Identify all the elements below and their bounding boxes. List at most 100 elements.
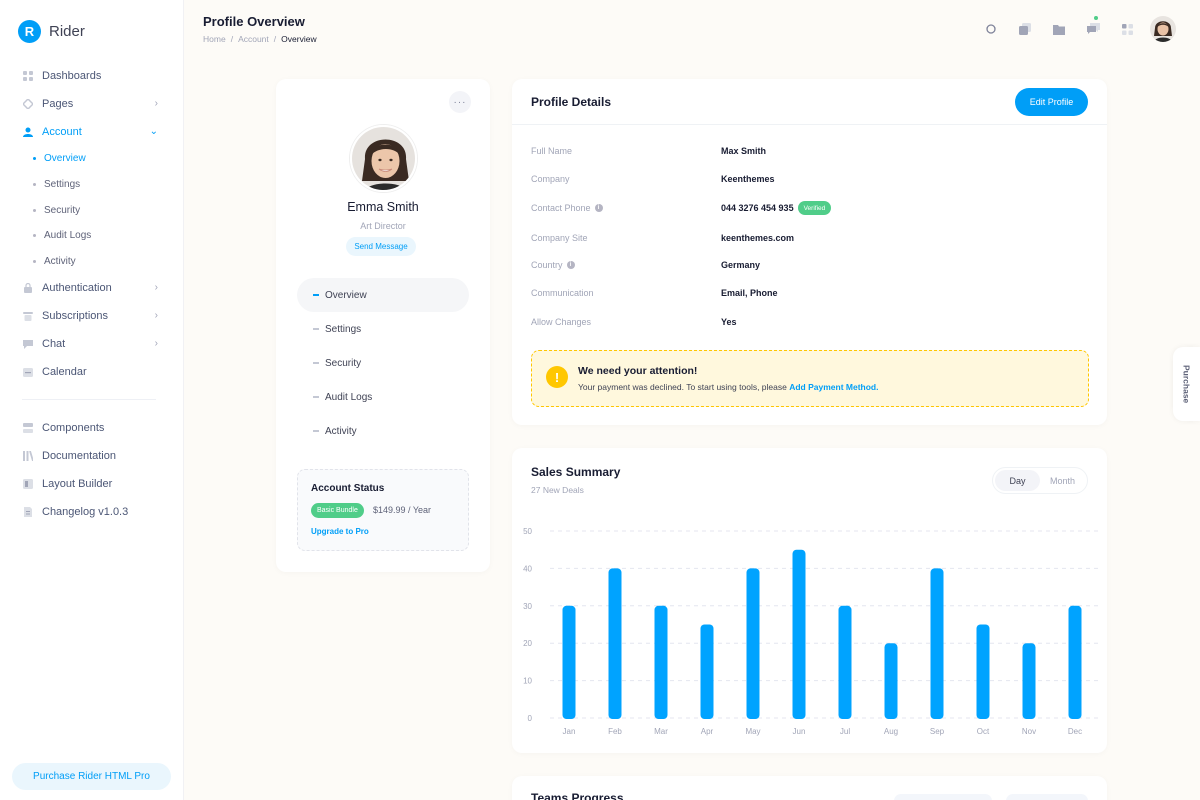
sidebar-subitem-security[interactable]: Security: [0, 197, 184, 223]
bar-nov[interactable]: [1022, 643, 1036, 719]
bar-may[interactable]: [746, 568, 760, 719]
bar-dec[interactable]: [1068, 605, 1082, 719]
sidebar-item-label: Authentication: [42, 282, 112, 295]
detail-label: Company Site: [531, 233, 588, 243]
profile-nav-settings[interactable]: Settings: [297, 312, 469, 346]
info-icon[interactable]: i: [566, 261, 575, 269]
copy-icon: [1019, 23, 1031, 35]
y-tick-label: 30: [523, 602, 532, 611]
chat-button[interactable]: [1082, 16, 1104, 40]
x-tick-label: Nov: [1022, 727, 1036, 736]
send-message-button[interactable]: Send Message: [346, 237, 416, 256]
sidebar-subitem-label: Overview: [44, 153, 86, 165]
header-toolbar: [980, 16, 1176, 42]
profile-name: Emma Smith: [347, 200, 419, 214]
detail-label: Country i: [531, 260, 721, 270]
bar-jan[interactable]: [562, 605, 576, 719]
breadcrumb-home[interactable]: Home: [203, 34, 226, 44]
sidebar-subitem-overview[interactable]: Overview: [0, 146, 184, 172]
profile-nav-label: Overview: [325, 289, 367, 301]
documentation-icon: [22, 451, 33, 462]
sidebar-item-calendar[interactable]: Calendar: [0, 358, 184, 386]
profile-nav-overview[interactable]: Overview: [297, 278, 469, 312]
sidebar-item-pages[interactable]: Pages ›: [0, 90, 184, 118]
card-title: Sales Summary: [531, 465, 621, 479]
teams-filter-pill[interactable]: [894, 794, 992, 800]
profile-details-card: Profile Details Edit Profile Full Name M…: [512, 79, 1107, 425]
profile-nav-security[interactable]: Security: [297, 346, 469, 380]
profile-nav: Overview Settings Security Audit Logs Ac…: [297, 278, 469, 448]
sales-bar-chart: 0 10 20 30 40 50 Jan Feb Mar Apr May Jun Jul Aug Sep Oc…: [523, 527, 1102, 736]
breadcrumb: Home / Account / Overview: [203, 34, 317, 44]
bar-apr[interactable]: [700, 624, 714, 720]
chevron-down-icon: ⌄: [149, 126, 158, 137]
calendar-icon: [22, 367, 33, 378]
sidebar-item-subscriptions[interactable]: Subscriptions ›: [0, 302, 184, 330]
bar-mar[interactable]: [654, 605, 668, 719]
toggle-month[interactable]: Month: [1040, 470, 1085, 491]
sidebar-item-changelog[interactable]: Changelog v1.0.3: [0, 498, 184, 526]
grid-icon: [22, 71, 33, 82]
account-status-box: Account Status Basic Bundle $149.99 / Ye…: [297, 469, 469, 551]
edit-profile-button[interactable]: Edit Profile: [1015, 88, 1088, 116]
bar-feb[interactable]: [608, 568, 622, 719]
upgrade-link[interactable]: Upgrade to Pro: [311, 527, 369, 536]
y-tick-label: 20: [523, 639, 532, 648]
plan-badge: Basic Bundle: [311, 503, 364, 518]
bullet-icon: [313, 362, 319, 364]
sidebar-item-components[interactable]: Components: [0, 414, 184, 442]
sidebar-subitem-audit-logs[interactable]: Audit Logs: [0, 223, 184, 249]
bullet-icon: [33, 234, 36, 238]
sales-summary-card: Sales Summary 27 New Deals Day Month 0 10…: [512, 448, 1107, 753]
verified-badge: Verified: [797, 201, 832, 215]
bar-aug[interactable]: [884, 643, 898, 719]
detail-value: Keenthemes: [721, 174, 775, 184]
apps-button[interactable]: [1116, 18, 1138, 40]
purchase-side-tab[interactable]: Purchase: [1173, 347, 1200, 421]
bar-jun[interactable]: [792, 549, 806, 719]
pages-icon: [22, 99, 33, 110]
profile-nav-activity[interactable]: Activity: [297, 414, 469, 448]
teams-filter-pill[interactable]: [1006, 794, 1088, 800]
bar-sep[interactable]: [930, 568, 944, 719]
sidebar-subitem-activity[interactable]: Activity: [0, 249, 184, 275]
sidebar-item-label: Layout Builder: [42, 478, 113, 491]
detail-label: Communication: [531, 288, 594, 298]
search-button[interactable]: [980, 18, 1002, 40]
info-icon[interactable]: i: [594, 204, 603, 212]
detail-value: Germany: [721, 260, 761, 270]
chevron-right-icon: ›: [154, 282, 158, 294]
sidebar-item-authentication[interactable]: Authentication ›: [0, 274, 184, 302]
sidebar-item-layout-builder[interactable]: Layout Builder: [0, 470, 184, 498]
teams-progress-card: Teams Progress: [512, 776, 1107, 800]
profile-avatar: [350, 125, 417, 192]
sidebar-item-dashboards[interactable]: Dashboards: [0, 62, 184, 90]
add-payment-method-link[interactable]: Add Payment Method: [789, 382, 876, 392]
components-icon: [22, 423, 33, 434]
files-button[interactable]: [1048, 18, 1070, 40]
purchase-side-tab-label: Purchase: [1181, 364, 1192, 404]
user-avatar[interactable]: [1150, 16, 1176, 42]
profile-nav-label: Activity: [325, 425, 357, 437]
purchase-pro-button[interactable]: Purchase Rider HTML Pro: [12, 763, 171, 790]
profile-role: Art Director: [360, 221, 406, 231]
bar-jul[interactable]: [838, 605, 852, 719]
detail-value[interactable]: keenthemes.com: [721, 233, 794, 243]
more-options-button[interactable]: ···: [449, 91, 471, 113]
breadcrumb-account[interactable]: Account: [238, 34, 269, 44]
account-status-title: Account Status: [311, 483, 385, 494]
profile-nav-label: Audit Logs: [325, 391, 373, 403]
sidebar-subitem-settings[interactable]: Settings: [0, 172, 184, 198]
sidebar-item-account[interactable]: Account ⌄: [0, 118, 184, 146]
bar-oct[interactable]: [976, 624, 990, 720]
sidebar-item-documentation[interactable]: Documentation: [0, 442, 184, 470]
activities-button[interactable]: [1014, 18, 1036, 40]
x-tick-label: Apr: [701, 727, 714, 736]
toggle-day[interactable]: Day: [995, 470, 1040, 491]
profile-nav-audit-logs[interactable]: Audit Logs: [297, 380, 469, 414]
x-tick-label: Sep: [930, 727, 945, 736]
sidebar-item-label: Subscriptions: [42, 310, 109, 323]
brand[interactable]: R Rider: [18, 20, 85, 43]
sidebar-item-chat[interactable]: Chat ›: [0, 330, 184, 358]
detail-label: Allow Changes: [531, 317, 592, 327]
